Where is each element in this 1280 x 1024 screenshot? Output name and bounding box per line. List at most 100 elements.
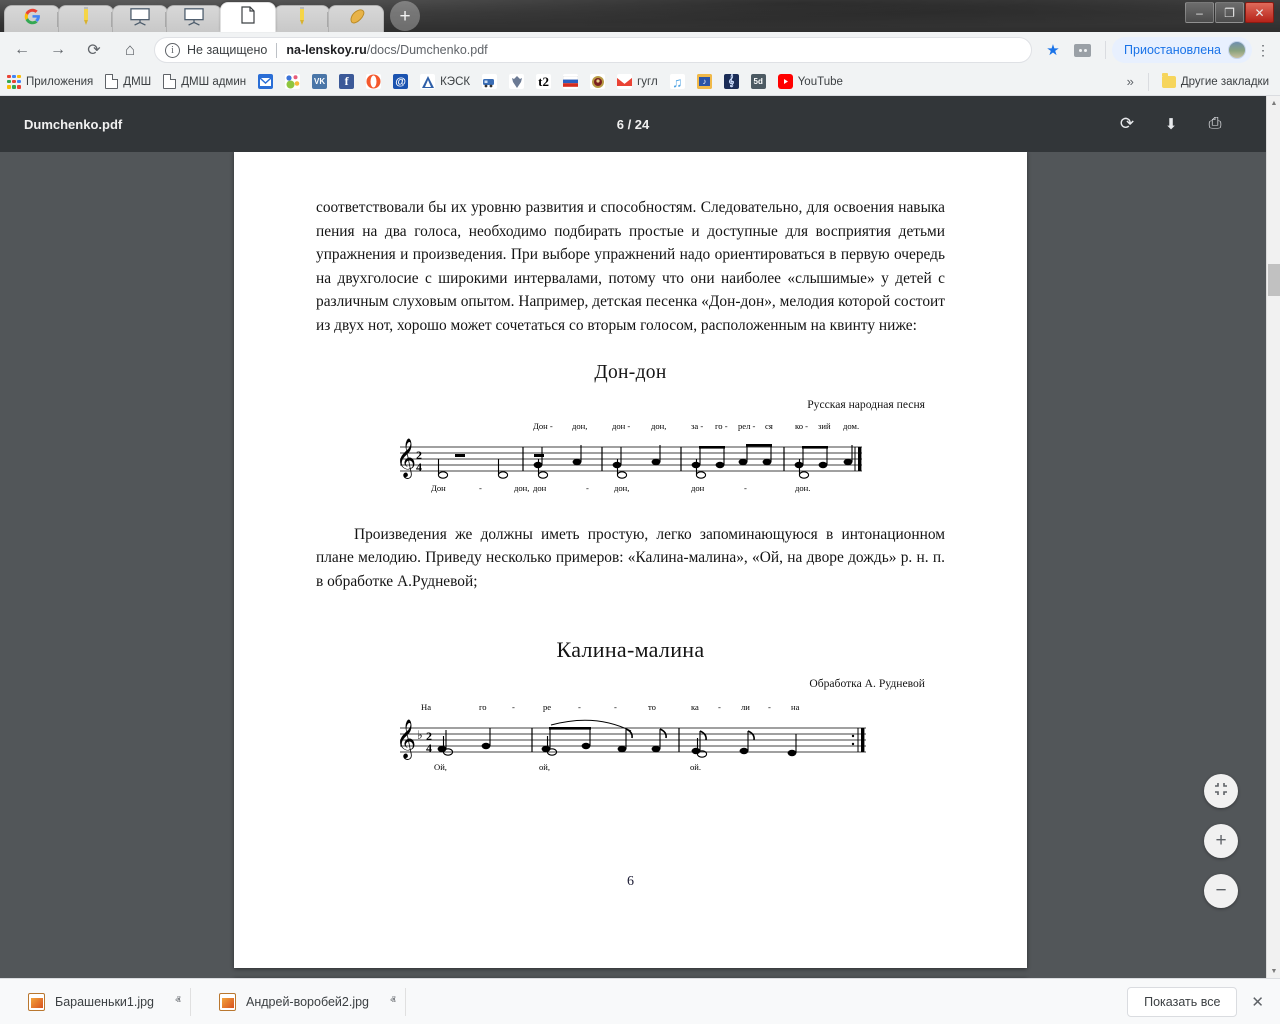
image-file-icon bbox=[219, 992, 237, 1011]
avatar bbox=[1228, 41, 1246, 59]
paragraph-2: Произведения же должны иметь простую, ле… bbox=[316, 525, 945, 590]
score-2-notation: На го - ре - - то ка - ли - на 𝄞 ♭ 2 4 О… bbox=[316, 698, 945, 776]
pdf-viewer: Dumchenko.pdf 6 / 24 ⟳ ⬇ ⎙ соответствова… bbox=[0, 96, 1280, 978]
browser-toolbar: ← → ⟳ ⌂ i Не защищено na-lenskoy.ru/docs… bbox=[0, 32, 1280, 68]
tab-bell[interactable] bbox=[327, 5, 384, 32]
new-tab-button[interactable]: + bbox=[390, 1, 420, 31]
music-icon: ♪ bbox=[696, 74, 712, 89]
presentation-icon bbox=[130, 7, 150, 31]
page-icon bbox=[105, 74, 119, 89]
eagle-icon bbox=[509, 74, 525, 89]
pencil-icon bbox=[82, 7, 90, 31]
tab-presentation-2[interactable] bbox=[165, 5, 222, 32]
bookmark-item-dots[interactable] bbox=[280, 71, 305, 93]
bookmark-item-tele2[interactable]: t2 bbox=[531, 71, 556, 93]
bookmark-label: YouTube bbox=[797, 75, 843, 88]
fit-page-icon bbox=[1214, 780, 1228, 802]
svg-text:♭: ♭ bbox=[417, 728, 423, 742]
svg-text:На: На bbox=[421, 702, 431, 712]
minimize-button[interactable]: – bbox=[1185, 2, 1214, 23]
pdf-scrollbar[interactable]: ▲ ▼ bbox=[1266, 96, 1280, 978]
svg-text:Ой,: Ой, bbox=[434, 762, 447, 772]
info-icon[interactable]: i bbox=[165, 42, 180, 58]
close-button[interactable]: ✕ bbox=[1245, 2, 1274, 23]
scroll-up-arrow[interactable]: ▲ bbox=[1267, 96, 1280, 110]
address-bar[interactable]: i Не защищено na-lenskoy.ru/docs/Dumchen… bbox=[154, 37, 1033, 63]
bookmark-item-music[interactable]: ♪ bbox=[692, 71, 717, 93]
svg-text:-: - bbox=[586, 483, 589, 493]
bookmark-item-train[interactable] bbox=[477, 71, 502, 93]
back-arrow-icon: ← bbox=[14, 41, 30, 58]
tab-pdf-document[interactable] bbox=[220, 2, 276, 32]
bookmark-item-youtube[interactable]: YouTube bbox=[773, 71, 848, 93]
show-all-downloads-button[interactable]: Показать все bbox=[1127, 986, 1238, 1017]
bookmark-item-fived[interactable]: 5d bbox=[746, 71, 771, 93]
bookmark-item-at[interactable]: @ bbox=[388, 71, 413, 93]
rotate-icon: ⟳ bbox=[1119, 114, 1135, 133]
bookmarks-overflow-button[interactable]: » bbox=[1119, 74, 1142, 89]
pdf-page-container: соответствовали бы их уровню развития и … bbox=[0, 152, 1266, 978]
zoom-in-button[interactable]: + bbox=[1204, 824, 1238, 858]
forward-button[interactable]: → bbox=[44, 36, 72, 64]
bookmark-item-dmsh-admin[interactable]: ДМШ админ bbox=[158, 71, 251, 93]
bookmark-item-clef[interactable]: 𝄞 bbox=[719, 71, 744, 93]
pencil-icon bbox=[298, 7, 306, 31]
home-icon: ⌂ bbox=[124, 40, 136, 59]
profile-chip[interactable]: Приостановлена bbox=[1112, 37, 1252, 63]
pdf-zoom-controls: + − bbox=[1204, 774, 1238, 908]
pdf-toolbar-actions: ⟳ ⬇ ⎙ bbox=[1116, 113, 1266, 135]
download-item[interactable]: Андрей-воробей2.jpg ⱏ bbox=[205, 987, 405, 1017]
tab-pencil-2[interactable] bbox=[273, 5, 330, 32]
download-item[interactable]: Барашеньки1.jpg ⱏ bbox=[14, 987, 190, 1017]
presentation-icon bbox=[184, 7, 204, 31]
zoom-out-button[interactable]: − bbox=[1204, 874, 1238, 908]
bookmark-item-gmail[interactable]: гугл bbox=[612, 71, 663, 93]
home-button[interactable]: ⌂ bbox=[116, 36, 144, 64]
print-button[interactable]: ⎙ bbox=[1204, 113, 1226, 135]
tab-presentation-1[interactable] bbox=[111, 5, 168, 32]
shelf-divider bbox=[405, 987, 407, 1016]
page-icon bbox=[163, 74, 177, 89]
svg-text:дон.: дон. bbox=[795, 483, 810, 493]
downloads-shelf: Барашеньки1.jpg ⱏ Андрей-воробей2.jpg ⱏ … bbox=[0, 978, 1280, 1024]
bookmark-item-vk[interactable]: VK bbox=[307, 71, 332, 93]
fived-icon: 5d bbox=[750, 74, 766, 89]
bookmark-item-opera[interactable] bbox=[361, 71, 386, 93]
bookmark-item-note[interactable]: ♫ bbox=[665, 71, 690, 93]
reload-button[interactable]: ⟳ bbox=[80, 36, 108, 64]
svg-text:-: - bbox=[744, 483, 747, 493]
bookmark-item-mail[interactable] bbox=[253, 71, 278, 93]
browser-menu-button[interactable]: ⋮ bbox=[1252, 43, 1274, 57]
svg-text:𝄞: 𝄞 bbox=[396, 439, 416, 479]
svg-text:-: - bbox=[614, 702, 617, 712]
tab-pencil-1[interactable] bbox=[57, 5, 114, 32]
scroll-down-arrow[interactable]: ▼ bbox=[1267, 964, 1280, 978]
download-menu-button[interactable]: ⱏ bbox=[385, 995, 401, 1008]
bookmark-item-eagle[interactable] bbox=[504, 71, 529, 93]
close-shelf-button[interactable]: ✕ bbox=[1251, 993, 1264, 1011]
bookmark-item-facebook[interactable]: f bbox=[334, 71, 359, 93]
bookmark-item-kesk[interactable]: КЭСК bbox=[415, 71, 475, 93]
bookmarks-divider bbox=[1147, 72, 1149, 91]
bookmark-star-icon[interactable]: ★ bbox=[1040, 41, 1066, 59]
scrollbar-thumb[interactable] bbox=[1268, 264, 1280, 296]
back-button[interactable]: ← bbox=[8, 36, 36, 64]
svg-text:ре: ре bbox=[543, 702, 551, 712]
bookmark-apps[interactable]: Приложения bbox=[2, 71, 98, 93]
bookmark-other-folder[interactable]: Другие закладки bbox=[1157, 71, 1274, 93]
svg-text:на: на bbox=[791, 702, 800, 712]
bookmark-item-dmsh[interactable]: ДМШ bbox=[100, 71, 156, 93]
download-button[interactable]: ⬇ bbox=[1160, 113, 1182, 135]
toolbar-divider bbox=[1105, 41, 1107, 59]
extensions-icon[interactable] bbox=[1074, 43, 1092, 57]
page-footer-number: 6 bbox=[627, 874, 634, 890]
fit-page-button[interactable] bbox=[1204, 774, 1238, 808]
rotate-button[interactable]: ⟳ bbox=[1116, 113, 1138, 135]
tab-google[interactable] bbox=[4, 5, 60, 32]
opera-icon bbox=[366, 74, 382, 89]
plus-icon: + bbox=[1215, 830, 1227, 851]
bookmark-item-emblem[interactable] bbox=[585, 71, 610, 93]
maximize-button[interactable]: ❐ bbox=[1215, 2, 1244, 23]
bookmark-item-flag[interactable] bbox=[558, 71, 583, 93]
download-menu-button[interactable]: ⱏ bbox=[170, 995, 186, 1008]
